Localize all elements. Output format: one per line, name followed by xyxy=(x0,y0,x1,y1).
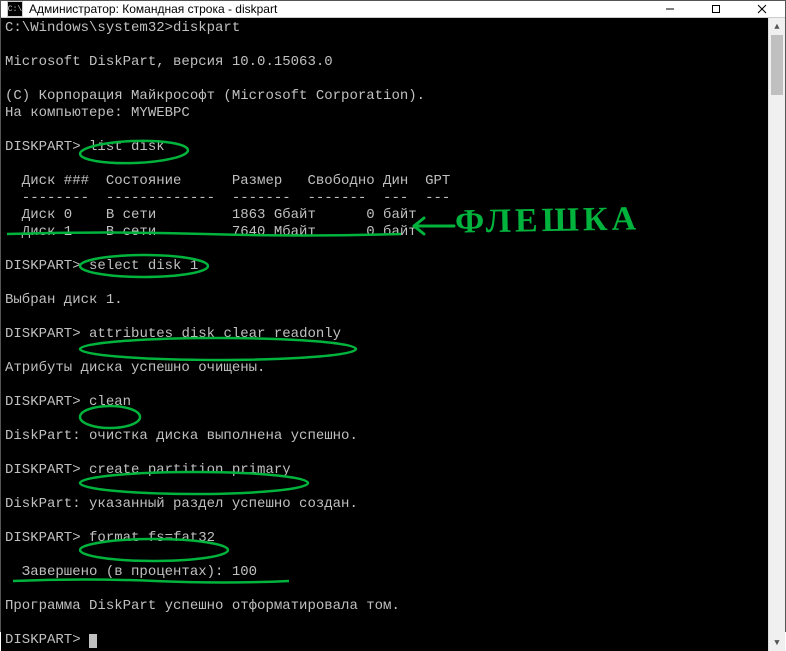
cmd-create-partition: create partition primary xyxy=(89,462,291,478)
prompt: DISKPART> xyxy=(5,394,81,410)
window-controls xyxy=(647,1,785,17)
terminal-output[interactable]: C:\Windows\system32>diskpart Microsoft D… xyxy=(1,18,768,651)
titlebar[interactable]: C:\ Администратор: Командная строка - di… xyxy=(1,1,785,18)
resp-select: Выбран диск 1. xyxy=(5,292,123,308)
annotation-handwritten-label: ФЛЕШКА xyxy=(455,200,641,241)
scrollbar[interactable]: ▲ ▼ xyxy=(768,18,785,651)
scroll-up-arrow-icon[interactable]: ▲ xyxy=(769,18,785,35)
prompt: DISKPART> xyxy=(5,530,81,546)
table-row: Диск 1 В сети 7640 Mбайт 0 байт xyxy=(5,224,417,240)
version-line: Microsoft DiskPart, версия 10.0.15063.0 xyxy=(5,54,333,70)
table-row: Диск 0 В сети 1863 Gбайт 0 байт xyxy=(5,207,417,223)
close-button[interactable] xyxy=(739,1,785,17)
computer-line: На компьютере: MYWEBPC xyxy=(5,105,190,121)
resp-clean: DiskPart: очистка диска выполнена успешн… xyxy=(5,428,358,444)
prompt: DISKPART> xyxy=(5,462,81,478)
cursor xyxy=(89,634,97,648)
final-prompt: DISKPART> xyxy=(5,632,89,648)
scroll-thumb[interactable] xyxy=(771,35,783,95)
copyright-line: (C) Корпорация Майкрософт (Microsoft Cor… xyxy=(5,88,425,104)
cmd-format: format fs=fat32 xyxy=(89,530,215,546)
resp-create: DiskPart: указанный раздел успешно созда… xyxy=(5,496,358,512)
table-divider: -------- ------------- ------- ------- -… xyxy=(5,190,450,206)
resp-format-done: Программа DiskPart успешно отформатирова… xyxy=(5,598,400,614)
table-header: Диск ### Состояние Размер Свободно Дин G… xyxy=(5,173,450,189)
minimize-button[interactable] xyxy=(647,1,693,17)
resp-progress: Завершено (в процентах): 100 xyxy=(5,564,257,580)
prompt: DISKPART> xyxy=(5,258,81,274)
cmd-window: C:\ Администратор: Командная строка - di… xyxy=(0,0,786,632)
cmd-attributes: attributes disk clear readonly xyxy=(89,326,341,342)
resp-attributes: Атрибуты диска успешно очищены. xyxy=(5,360,265,376)
prompt: DISKPART> xyxy=(5,326,81,342)
terminal-area: C:\Windows\system32>diskpart Microsoft D… xyxy=(1,18,785,651)
path-line: C:\Windows\system32>diskpart xyxy=(5,20,240,36)
cmd-clean: clean xyxy=(89,394,131,410)
cmd-list-disk: list disk xyxy=(89,139,165,155)
window-title: Администратор: Командная строка - diskpa… xyxy=(29,2,647,16)
prompt: DISKPART> xyxy=(5,139,81,155)
scroll-down-arrow-icon[interactable]: ▼ xyxy=(769,634,785,651)
maximize-button[interactable] xyxy=(693,1,739,17)
cmd-select-disk: select disk 1 xyxy=(89,258,198,274)
cmd-icon: C:\ xyxy=(7,1,23,17)
